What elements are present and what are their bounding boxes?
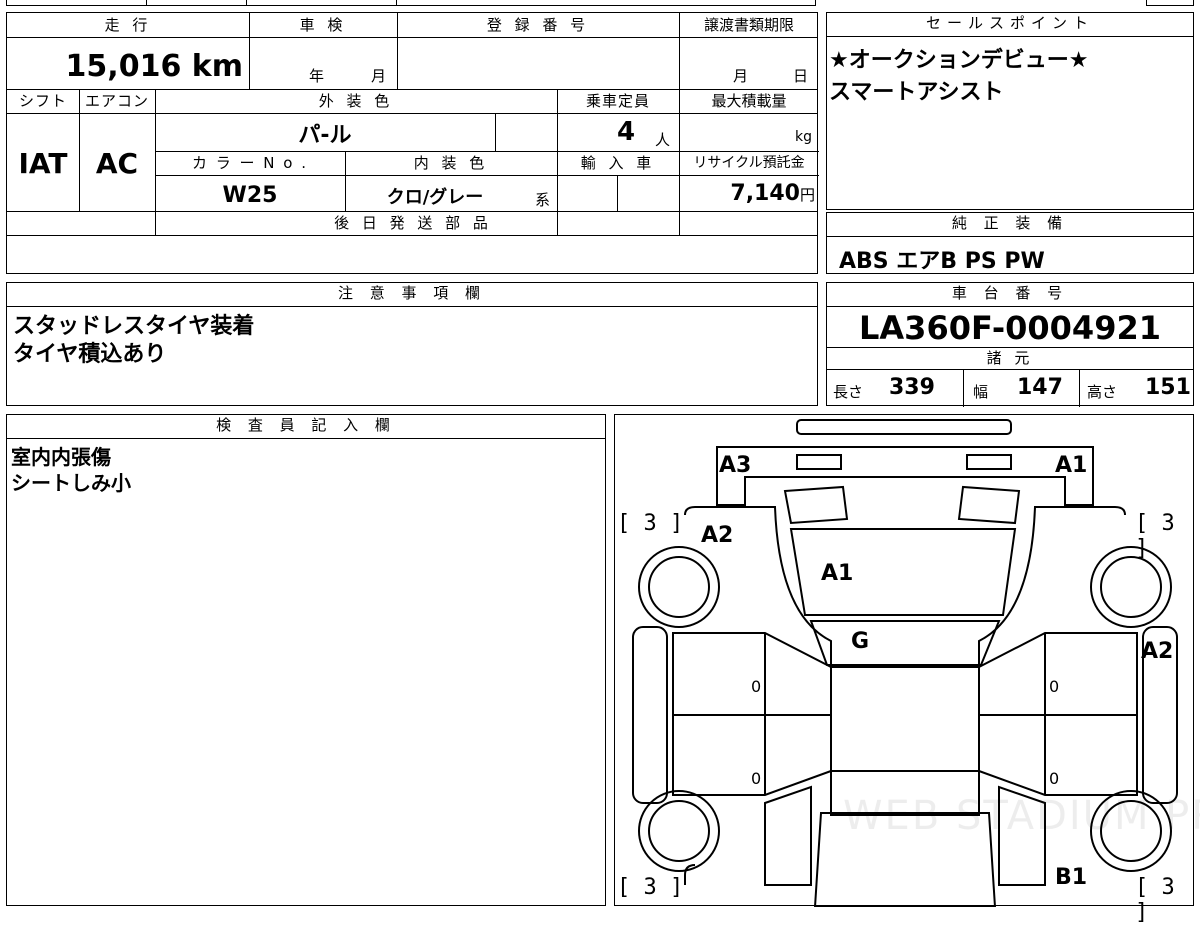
notes-panel: 注 意 事 項 欄 スタッドレスタイヤ装着 タイヤ積込あり — [6, 282, 818, 406]
interior-color-value: クロ/グレー — [386, 187, 484, 208]
inspector-line-1: 室内内張傷 — [11, 445, 111, 469]
transfer-deadline-label: 譲渡書類期限 — [703, 16, 794, 34]
equipment-value: ABS エアB PS PW — [839, 249, 1045, 274]
color-no-value: W25 — [222, 183, 278, 208]
capacity-value: 4 — [617, 117, 636, 147]
tire-front-right: [ 3 ] — [1135, 511, 1175, 561]
interior-color-suffix: 系 — [535, 191, 551, 209]
color-no-label: カ ラ ー N o . — [191, 154, 308, 172]
notes-line-2: タイヤ積込あり — [13, 342, 167, 367]
sales-point-line-1: ★オークションデビュー★ — [829, 48, 1089, 73]
mark-a2-left-fender: A2 — [701, 523, 734, 548]
max-load-unit: kg — [795, 129, 812, 145]
mark-a2-right-side: A2 — [1141, 639, 1174, 664]
sales-point-line-2: スマートアシスト — [829, 80, 1004, 105]
max-load-label: 最大積載量 — [711, 92, 787, 110]
recycle-label: リサイクル預託金 — [693, 155, 805, 171]
shift-value: IAT — [18, 147, 68, 180]
length-value: 339 — [889, 375, 935, 400]
door-rl-value: 0 — [751, 769, 762, 788]
sales-point-panel: セールスポイント ★オークションデビュー★ スマートアシスト — [826, 12, 1194, 210]
tire-rear-left: [ 3 ] — [617, 875, 684, 900]
mark-a3-front-left: A3 — [719, 453, 752, 478]
width-value: 147 — [1017, 375, 1063, 400]
chassis-number: LA360F-0004921 — [859, 309, 1161, 347]
tire-front-left: [ 3 ] — [617, 511, 684, 536]
exterior-color-value: パ-ル — [298, 123, 352, 148]
spec-label: 諸 元 — [986, 349, 1034, 367]
transfer-day-unit: 日 — [793, 67, 809, 85]
import-label: 輸 入 車 — [580, 154, 656, 172]
recycle-value: 7,140円 — [730, 181, 815, 206]
chassis-label: 車 台 番 号 — [827, 283, 1193, 307]
door-fr-value: 0 — [1049, 677, 1060, 696]
capacity-unit: 人 — [655, 131, 671, 149]
inspection-year-unit: 年 — [309, 67, 325, 85]
door-fl-value: 0 — [751, 677, 762, 696]
notes-label: 注 意 事 項 欄 — [7, 283, 817, 307]
door-rr-value: 0 — [1049, 769, 1060, 788]
sales-point-label: セールスポイント — [827, 13, 1193, 37]
inspector-line-2: シートしみ小 — [11, 471, 131, 495]
notes-line-1: スタッドレスタイヤ装着 — [13, 314, 255, 339]
watermark: WEB STADIUM PRO — [843, 793, 1200, 839]
inspection-month-unit: 月 — [371, 67, 387, 85]
shift-label: シフト — [18, 92, 67, 110]
mark-a1-front-right: A1 — [1055, 453, 1088, 478]
top-strip — [6, 0, 1194, 6]
inspection-label: 車 検 — [299, 16, 347, 34]
later-parts-label: 後 日 発 送 部 品 — [334, 214, 492, 232]
mileage-value: 15,016 km — [65, 49, 243, 84]
capacity-label: 乗車定員 — [585, 92, 650, 110]
length-label: 長さ — [833, 383, 864, 401]
chassis-panel: 車 台 番 号 LA360F-0004921 諸 元 長さ 339 幅 147 … — [826, 282, 1194, 407]
mileage-label: 走 行 — [104, 16, 152, 34]
equipment-panel: 純 正 装 備 ABS エアB PS PW — [826, 212, 1194, 274]
width-label: 幅 — [973, 383, 989, 401]
inspector-label: 検 査 員 記 入 欄 — [7, 415, 605, 439]
transfer-month-unit: 月 — [733, 67, 749, 85]
tire-rear-right: [ 3 ] — [1135, 875, 1175, 925]
interior-color-label: 内 装 色 — [413, 154, 489, 172]
height-label: 高さ — [1087, 383, 1118, 401]
registration-label: 登 録 番 号 — [486, 16, 590, 34]
damage-diagram: A3 A1 A2 A1 G A2 B1 0 0 0 0 [ 3 ] [ 3 ] … — [614, 414, 1200, 925]
height-value: 151 — [1145, 375, 1191, 400]
ac-label: エアコン — [84, 92, 149, 110]
mark-g-windshield: G — [851, 629, 870, 654]
vehicle-info-panel: 走 行 車 検 登 録 番 号 譲渡書類期限 15,016 km 年 月 月 日… — [6, 12, 819, 274]
equipment-label: 純 正 装 備 — [827, 213, 1193, 237]
ac-value: AC — [95, 147, 139, 180]
mark-b1-rear-right: B1 — [1055, 865, 1088, 890]
exterior-color-label: 外 装 色 — [318, 92, 394, 110]
inspector-panel: 検 査 員 記 入 欄 室内内張傷 シートしみ小 — [6, 414, 606, 906]
mark-a1-hood: A1 — [821, 561, 854, 586]
